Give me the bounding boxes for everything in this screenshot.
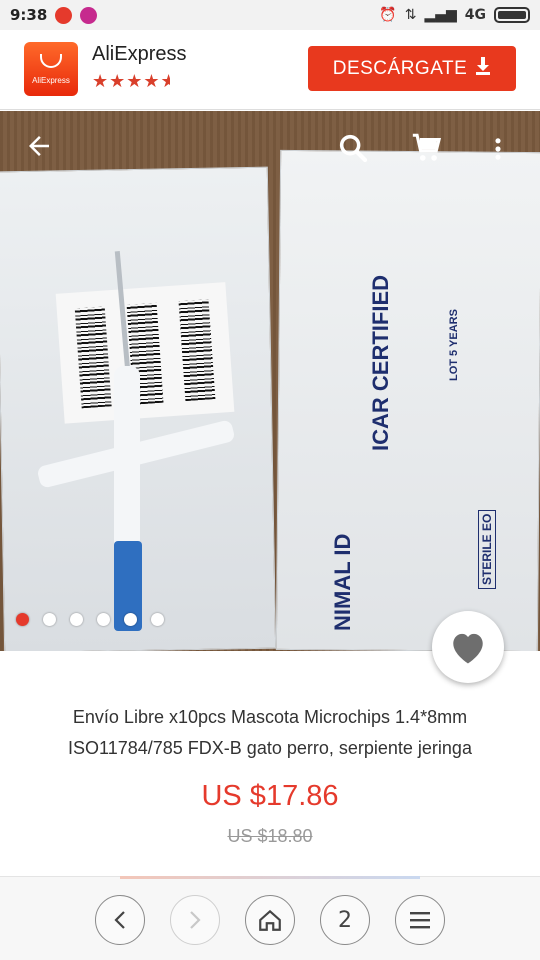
- original-price: US $18.80: [227, 826, 313, 846]
- search-button[interactable]: [336, 131, 372, 167]
- microchip-packet-right: [275, 149, 540, 651]
- battery-icon: [494, 7, 530, 23]
- back-button[interactable]: [24, 131, 54, 169]
- cart-icon: [412, 133, 442, 161]
- product-title-line: ISO11784/785 FDX-B gato perro, serpiente…: [68, 738, 472, 758]
- logo-text: AliExpress: [32, 76, 70, 85]
- carousel-dot[interactable]: [124, 613, 137, 626]
- status-indicators: ⏰ ⇅ ▂▄▆ 4G: [379, 7, 530, 23]
- app-rating: ★★★★★: [92, 71, 170, 92]
- network-type: 4G: [464, 7, 486, 23]
- browser-bottom-nav: 2: [0, 876, 540, 960]
- tabs-count: 2: [338, 907, 352, 933]
- chevron-right-icon: [190, 911, 201, 929]
- icar-certified-text: ICAR CERTIFIED: [368, 275, 393, 451]
- app-install-banner: AliExpress AliExpress ★★★★★ DESCÁRGATE: [0, 30, 540, 110]
- carousel-dot[interactable]: [16, 613, 29, 626]
- wishlist-button[interactable]: [432, 611, 504, 683]
- signal-icon: ▂▄▆: [424, 7, 457, 23]
- aliexpress-logo[interactable]: AliExpress: [24, 42, 78, 96]
- carousel-dot[interactable]: [97, 613, 110, 626]
- product-title-line: Envío Libre x10pcs Mascota Microchips 1.…: [72, 707, 468, 727]
- carousel-dots: [16, 613, 164, 626]
- instagram-notification-icon: [80, 6, 98, 24]
- home-icon: [259, 909, 281, 931]
- product-image-carousel[interactable]: ICAR CERTIFIED NIMAL ID LOT 5 YEARS STER…: [0, 111, 540, 651]
- chevron-left-icon: [114, 911, 125, 929]
- search-icon: [339, 134, 368, 163]
- browser-back-button[interactable]: [95, 895, 145, 945]
- carousel-dot[interactable]: [151, 613, 164, 626]
- carousel-dot[interactable]: [43, 613, 56, 626]
- cart-button[interactable]: [410, 131, 446, 167]
- data-transfer-icon: ⇅: [404, 7, 417, 23]
- carousel-dot[interactable]: [70, 613, 83, 626]
- product-price: US $17.86: [201, 780, 339, 812]
- syringe-body: [114, 366, 140, 566]
- menu-icon: [410, 912, 430, 929]
- more-vertical-icon: [495, 138, 501, 160]
- browser-home-button[interactable]: [245, 895, 295, 945]
- status-bar: 9:38 ⏰ ⇅ ▂▄▆ 4G: [0, 0, 540, 30]
- browser-menu-button[interactable]: [395, 895, 445, 945]
- half-star-icon: ★: [161, 71, 170, 92]
- product-title: Envío Libre x10pcs Mascota Microchips 1.…: [24, 702, 516, 764]
- animal-id-text: NIMAL ID: [330, 533, 355, 631]
- status-time: 9:38: [10, 6, 48, 24]
- app-name: AliExpress: [92, 43, 187, 65]
- download-app-button[interactable]: DESCÁRGATE: [308, 46, 516, 91]
- browser-tabs-button[interactable]: 2: [320, 895, 370, 945]
- download-icon: [475, 57, 491, 80]
- rating-stars-icon: ★★★★: [92, 71, 161, 91]
- heart-icon: [453, 633, 483, 664]
- more-button[interactable]: [484, 133, 512, 169]
- alarm-icon: ⏰: [379, 7, 397, 23]
- browser-forward-button[interactable]: [170, 895, 220, 945]
- notification-app-icon: [55, 6, 73, 24]
- lot-text: LOT 5 YEARS: [448, 309, 460, 381]
- download-button-label: DESCÁRGATE: [332, 57, 468, 79]
- barcode-label: [55, 282, 235, 424]
- arrow-left-icon: [29, 136, 49, 156]
- sterile-text: STERILE EO: [478, 509, 496, 589]
